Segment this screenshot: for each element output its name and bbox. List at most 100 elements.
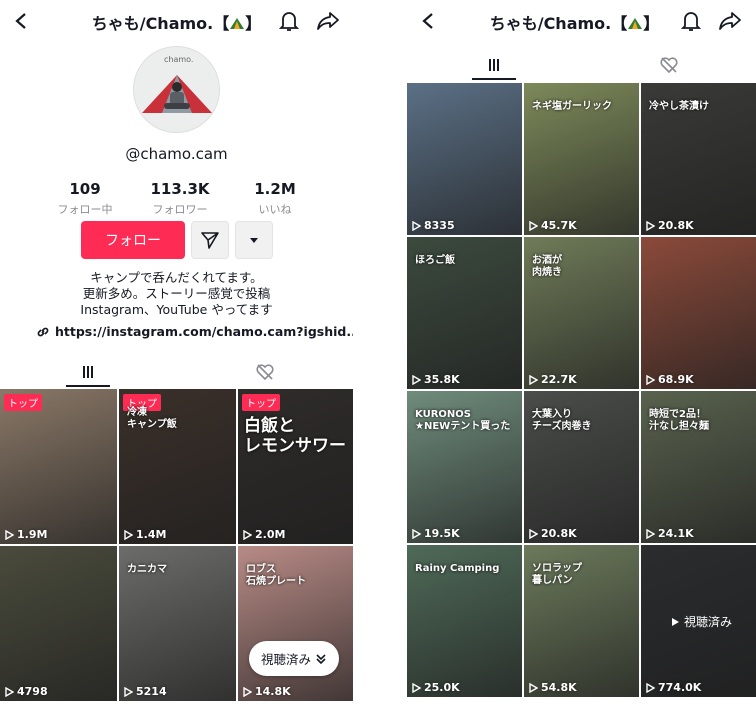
view-count-value: 25.0K bbox=[424, 681, 460, 694]
play-icon bbox=[529, 528, 538, 539]
view-count-value: 2.0M bbox=[255, 528, 286, 541]
send-icon bbox=[201, 232, 219, 249]
view-count-value: 774.0K bbox=[658, 681, 702, 694]
view-count: 45.7K bbox=[529, 219, 577, 232]
video-thumbnail[interactable]: 4798 bbox=[0, 546, 117, 701]
share-icon[interactable] bbox=[315, 8, 341, 34]
username: @chamo.cam bbox=[125, 145, 228, 163]
video-thumbnail[interactable]: 774.0K 視聴済み bbox=[641, 545, 756, 697]
view-count-value: 14.8K bbox=[255, 685, 291, 698]
play-icon bbox=[646, 374, 655, 385]
bell-icon[interactable] bbox=[276, 8, 302, 34]
title-end: 】 bbox=[643, 14, 660, 33]
view-count-value: 24.1K bbox=[658, 527, 694, 540]
play-icon bbox=[646, 220, 655, 231]
video-thumbnail[interactable]: 時短で2品！ 汁なし担々麺 24.1K bbox=[641, 391, 756, 543]
thumbnail-caption: 大葉入り チーズ肉巻き bbox=[532, 409, 592, 432]
bio-line: キャンプで呑んだくれてます。 bbox=[90, 270, 263, 285]
play-icon bbox=[412, 528, 421, 539]
video-thumbnail[interactable]: ほろご飯 35.8K bbox=[407, 237, 522, 389]
video-thumbnail[interactable]: お酒が 肉焼き 22.7K bbox=[524, 237, 639, 389]
play-icon bbox=[412, 374, 421, 385]
tab-videos[interactable] bbox=[407, 50, 582, 80]
share-icon[interactable] bbox=[717, 8, 743, 34]
video-thumbnail[interactable]: トップ 1.9M bbox=[0, 389, 117, 544]
video-thumbnail[interactable]: Rainy Camping 25.0K bbox=[407, 545, 522, 697]
video-thumbnail[interactable]: トップ 白飯と レモンサワー 2.0M bbox=[238, 389, 353, 544]
bell-icon[interactable] bbox=[678, 8, 704, 34]
profile-panel-right: ちゃも/Chamo.【】 8335 ネギ塩ガーリック 45.7K 冷やし茶漬け 20.8… bbox=[407, 0, 756, 720]
view-count-value: 1.4M bbox=[136, 528, 167, 541]
thumbnail-caption: ロブス 石焼プレート bbox=[246, 564, 306, 587]
play-icon bbox=[646, 528, 655, 539]
play-icon bbox=[5, 686, 14, 697]
stat-likes[interactable]: 1.2M いいね bbox=[230, 180, 320, 217]
view-count-value: 20.8K bbox=[541, 527, 577, 540]
play-icon bbox=[412, 220, 421, 231]
thumbnail-caption: 冷凍 キャンプ飯 bbox=[127, 407, 177, 430]
view-count: 8335 bbox=[412, 219, 455, 232]
view-count-value: 1.9M bbox=[17, 528, 48, 541]
video-thumbnail[interactable]: ソロラップ 暮しパン 54.8K bbox=[524, 545, 639, 697]
view-count: 54.8K bbox=[529, 681, 577, 694]
bio: キャンプで呑んだくれてます。 更新多め。ストーリー感覚で投稿 Instagram… bbox=[0, 270, 353, 318]
play-filled-icon bbox=[672, 617, 679, 626]
profile-panel-left: ちゃも/Chamo.【】 chamo. @chamo.cam 109 フォロー中… bbox=[0, 0, 353, 720]
profile-link[interactable]: https://instagram.com/chamo.cam?igshid..… bbox=[36, 324, 353, 339]
play-icon bbox=[243, 686, 252, 697]
profile-tabs bbox=[407, 50, 756, 80]
video-thumbnail[interactable]: ロブス 石焼プレート 14.8K bbox=[238, 546, 353, 701]
tab-liked[interactable] bbox=[582, 50, 756, 80]
view-count-value: 45.7K bbox=[541, 219, 577, 232]
view-count: 1.9M bbox=[5, 528, 47, 541]
view-count-value: 4798 bbox=[17, 685, 48, 698]
view-count: 4798 bbox=[5, 685, 48, 698]
profile-tabs bbox=[0, 357, 353, 387]
header: ちゃも/Chamo.【】 bbox=[0, 0, 353, 44]
video-thumbnail[interactable]: 8335 bbox=[407, 83, 522, 235]
play-icon bbox=[529, 682, 538, 693]
follow-button[interactable]: フォロー bbox=[81, 221, 185, 259]
watched-label: 視聴済み bbox=[671, 613, 732, 630]
view-count: 1.4M bbox=[124, 528, 166, 541]
link-icon bbox=[37, 327, 49, 336]
message-button[interactable] bbox=[191, 221, 229, 259]
title-text: ちゃも/Chamo.【 bbox=[489, 14, 628, 33]
more-dropdown-button[interactable] bbox=[235, 221, 273, 259]
play-icon bbox=[529, 220, 538, 231]
view-count: 20.8K bbox=[646, 219, 694, 232]
view-count: 22.7K bbox=[529, 373, 577, 386]
tab-liked[interactable] bbox=[177, 357, 354, 387]
video-thumbnail[interactable]: 68.9K bbox=[641, 237, 756, 389]
view-count: 2.0M bbox=[243, 528, 285, 541]
video-thumbnail[interactable]: ネギ塩ガーリック 45.7K bbox=[524, 83, 639, 235]
view-count: 25.0K bbox=[412, 681, 460, 694]
watched-pill-button[interactable]: 視聴済み bbox=[249, 641, 339, 676]
thumbnail-caption: ネギ塩ガーリック bbox=[532, 101, 612, 112]
bio-line: 更新多め。ストーリー感覚で投稿 bbox=[82, 286, 271, 301]
view-count: 68.9K bbox=[646, 373, 694, 386]
stat-label: いいね bbox=[258, 203, 292, 216]
stat-following[interactable]: 109 フォロー中 bbox=[40, 180, 130, 217]
thumbnail-caption: ほろご飯 bbox=[415, 255, 455, 266]
stat-label: フォロー中 bbox=[57, 203, 113, 216]
header: ちゃも/Chamo.【】 bbox=[407, 0, 756, 44]
tab-videos[interactable] bbox=[0, 357, 177, 387]
title-text: ちゃも/Chamo.【 bbox=[91, 14, 230, 33]
thumbnail-caption: Rainy Camping bbox=[415, 563, 500, 574]
thumbnail-caption: お酒が 肉焼き bbox=[532, 255, 562, 278]
top-badge: トップ bbox=[4, 394, 42, 411]
stat-followers[interactable]: 113.3K フォロワー bbox=[135, 180, 225, 217]
play-icon bbox=[243, 529, 252, 540]
view-count-value: 20.8K bbox=[658, 219, 694, 232]
video-thumbnail[interactable]: トップ 冷凍 キャンプ飯 1.4M bbox=[119, 389, 236, 544]
view-count-value: 35.8K bbox=[424, 373, 460, 386]
video-thumbnail[interactable]: カニカマ 5214 bbox=[119, 546, 236, 701]
video-thumbnail[interactable]: KURONOS ★NEWテント買った 19.5K bbox=[407, 391, 522, 543]
view-count: 24.1K bbox=[646, 527, 694, 540]
video-thumbnail[interactable]: 大葉入り チーズ肉巻き 20.8K bbox=[524, 391, 639, 543]
title-end: 】 bbox=[245, 14, 262, 33]
bio-line: Instagram、YouTube やってます bbox=[80, 302, 273, 317]
video-thumbnail[interactable]: 冷やし茶漬け 20.8K bbox=[641, 83, 756, 235]
grid-icon bbox=[489, 59, 500, 71]
